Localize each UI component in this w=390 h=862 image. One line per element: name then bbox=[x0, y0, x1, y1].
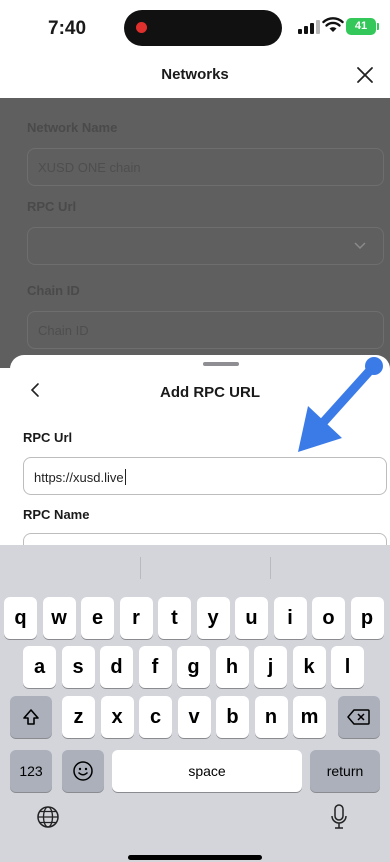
key-z[interactable]: z bbox=[62, 696, 95, 738]
key-x[interactable]: x bbox=[100, 696, 134, 738]
key-a[interactable]: a bbox=[23, 646, 56, 688]
key-w[interactable]: w bbox=[42, 597, 76, 639]
key-i[interactable]: i bbox=[273, 597, 307, 639]
key-d[interactable]: d bbox=[100, 646, 133, 688]
shift-key[interactable] bbox=[10, 696, 52, 738]
suggestion-bar bbox=[0, 545, 390, 589]
delete-key[interactable] bbox=[338, 696, 380, 738]
emoji-key[interactable] bbox=[62, 750, 104, 792]
status-time: 7:40 bbox=[48, 18, 87, 39]
pointer-arrow-icon bbox=[298, 357, 383, 452]
chain-id-field[interactable]: Chain ID bbox=[27, 311, 384, 349]
key-e[interactable]: e bbox=[81, 597, 114, 639]
wifi-icon bbox=[322, 17, 344, 32]
networks-header: Networks bbox=[0, 60, 390, 98]
rpc-url-select[interactable] bbox=[27, 227, 384, 265]
home-indicator[interactable] bbox=[128, 855, 262, 860]
delete-icon bbox=[347, 709, 370, 725]
key-j[interactable]: j bbox=[254, 646, 287, 688]
key-r[interactable]: r bbox=[119, 597, 153, 639]
chain-id-label: Chain ID bbox=[27, 283, 80, 298]
status-bar: 7:40 41 bbox=[0, 0, 390, 60]
rpc-url-label: RPC Url bbox=[23, 430, 73, 445]
key-f[interactable]: f bbox=[138, 646, 172, 688]
microphone-icon[interactable] bbox=[330, 803, 348, 831]
network-name-field[interactable]: XUSD ONE chain bbox=[27, 148, 384, 186]
shift-icon bbox=[23, 709, 39, 725]
space-key[interactable]: space bbox=[112, 750, 302, 792]
key-k[interactable]: k bbox=[292, 646, 326, 688]
emoji-icon bbox=[73, 761, 93, 781]
sheet-grabber[interactable] bbox=[203, 362, 239, 366]
page-title: Networks bbox=[161, 66, 229, 83]
battery-indicator: 41 bbox=[346, 18, 379, 35]
key-g[interactable]: g bbox=[177, 646, 210, 688]
dynamic-island bbox=[124, 10, 282, 46]
rpc-url-label-bg: RPC Url bbox=[27, 199, 77, 214]
key-l[interactable]: l bbox=[331, 646, 364, 688]
network-name-label: Network Name bbox=[27, 120, 118, 135]
key-s[interactable]: s bbox=[61, 646, 95, 688]
key-h[interactable]: h bbox=[215, 646, 249, 688]
key-t[interactable]: t bbox=[158, 597, 191, 639]
key-o[interactable]: o bbox=[312, 597, 345, 639]
key-c[interactable]: c bbox=[139, 696, 172, 738]
key-v[interactable]: v bbox=[177, 696, 211, 738]
ios-keyboard: qwertyuiop asdfghjkl zxcvbnm 123 space r… bbox=[0, 545, 390, 862]
cellular-signal-icon bbox=[298, 20, 320, 34]
key-b[interactable]: b bbox=[216, 696, 249, 738]
chevron-down-icon bbox=[354, 242, 366, 250]
key-m[interactable]: m bbox=[293, 696, 326, 738]
rpc-name-label: RPC Name bbox=[23, 507, 90, 522]
rpc-url-value: https://xusd.live bbox=[34, 470, 124, 485]
return-key[interactable]: return bbox=[310, 750, 380, 792]
text-caret bbox=[124, 469, 126, 485]
key-q[interactable]: q bbox=[4, 597, 37, 639]
numbers-key[interactable]: 123 bbox=[10, 750, 52, 792]
key-y[interactable]: y bbox=[196, 597, 230, 639]
key-p[interactable]: p bbox=[350, 597, 384, 639]
key-n[interactable]: n bbox=[254, 696, 288, 738]
close-icon[interactable] bbox=[354, 64, 376, 86]
network-form-dimmed: Network Name XUSD ONE chain RPC Url Chai… bbox=[0, 98, 390, 368]
recording-indicator bbox=[136, 22, 147, 33]
key-u[interactable]: u bbox=[235, 597, 268, 639]
globe-icon[interactable] bbox=[36, 805, 60, 829]
